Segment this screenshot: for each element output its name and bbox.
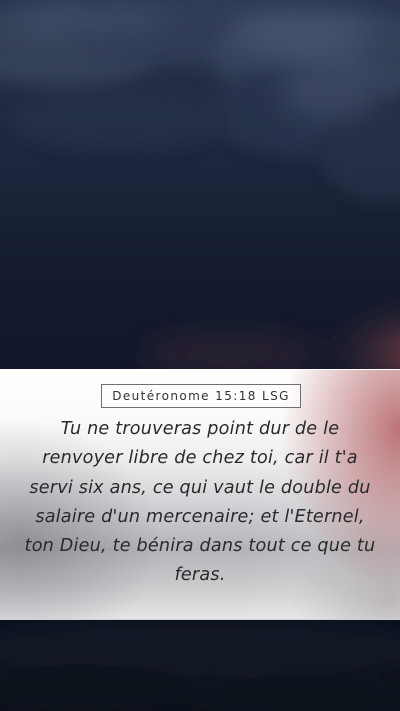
verse-reference-box: Deutéronome 15:18 LSG [101, 384, 301, 408]
verse-reference: Deutéronome 15:18 LSG [112, 389, 290, 403]
verse-card: Deutéronome 15:18 LSG Tu ne trouveras po… [0, 369, 400, 620]
verse-wallpaper: Deutéronome 15:18 LSG Tu ne trouveras po… [0, 0, 400, 711]
bottom-cloud-layer [0, 620, 400, 711]
verse-text: Tu ne trouveras point dur de le renvoyer… [24, 419, 376, 586]
